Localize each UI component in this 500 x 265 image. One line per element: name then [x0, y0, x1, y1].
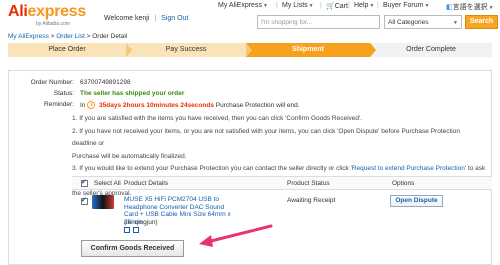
- breadcrumb-my-aliexpress[interactable]: My AliExpress: [8, 33, 49, 40]
- logo-subtitle: by Alibaba.com: [36, 21, 70, 27]
- step-shipment: Shipment: [246, 43, 370, 57]
- chevron-down-icon: ▼: [308, 3, 314, 9]
- reminder-note-1: 1. If you are satisfied with the items y…: [72, 115, 363, 122]
- order-progress-steps: Place Order Pay Success Shipment Order C…: [8, 43, 492, 57]
- seller-name: (lei qingjun): [124, 219, 158, 226]
- extend-protection-link[interactable]: Request to extend Purchase Protection: [352, 165, 465, 172]
- breadcrumb: My AliExpress > Order List > Order Detai…: [8, 33, 127, 40]
- item-icons: [124, 227, 142, 235]
- nav-cart[interactable]: 🛒Cart: [326, 2, 348, 10]
- sign-out-link[interactable]: Sign Out: [161, 15, 188, 22]
- breadcrumb-separator: >: [86, 33, 91, 40]
- nav-my-aliexpress-label: My AliExpress: [218, 2, 262, 9]
- nav-help-label: Help: [354, 2, 369, 9]
- step-pay-success: Pay Success: [126, 43, 246, 57]
- order-status-value: The seller has shipped your order: [80, 90, 185, 97]
- order-number-label: Order Number:: [30, 79, 74, 86]
- divider: |: [154, 15, 157, 22]
- welcome-text: Welcome: [104, 15, 134, 22]
- username: kenji: [135, 15, 150, 22]
- chevron-down-icon: ▼: [453, 20, 458, 26]
- clock-icon: [87, 101, 96, 109]
- logo-ali-text: Ali: [8, 3, 28, 20]
- column-options: Options: [392, 180, 415, 187]
- divider: |: [276, 2, 278, 9]
- breadcrumb-order-list[interactable]: Order List: [56, 33, 85, 40]
- breadcrumb-separator: >: [50, 33, 55, 40]
- aliexpress-logo[interactable]: Aliexpress: [8, 3, 86, 21]
- divider: |: [377, 2, 379, 9]
- breadcrumb-current: Order Detail: [92, 33, 128, 40]
- nav-my-lists[interactable]: My Lists▼: [282, 2, 314, 9]
- step-arrow-icon: [126, 43, 132, 57]
- column-product-status: Product Status: [287, 180, 330, 187]
- nav-my-lists-label: My Lists: [282, 2, 308, 9]
- chevron-down-icon: ▼: [488, 5, 494, 11]
- step-arrow-icon: [370, 43, 376, 57]
- reminder-text: In 35days 2hours 10minutes 24seconds Pur…: [80, 101, 300, 109]
- top-header: Aliexpress by Alibaba.com Welcome kenji …: [0, 0, 500, 36]
- items-table-header: Select All Product Details Product Statu…: [72, 176, 492, 190]
- reminder-suffix: Purchase Protection will end.: [215, 102, 300, 109]
- snapshot-icon[interactable]: [124, 227, 130, 233]
- reminder-prefix: In: [80, 102, 86, 109]
- nav-buyer-forum[interactable]: Buyer Forum▼: [383, 2, 429, 9]
- table-row: MUSE X5 HiFi PCM2704 USB to Headphone Co…: [72, 193, 492, 233]
- product-thumbnail[interactable]: [92, 195, 114, 209]
- chevron-down-icon: ▼: [424, 3, 430, 9]
- search-input[interactable]: I'm shopping for...: [257, 15, 380, 29]
- step-order-complete: Order Complete: [370, 43, 492, 57]
- select-all-label: Select All: [94, 180, 121, 187]
- reminder-label: Reminder:: [44, 101, 74, 108]
- nav-cart-label: Cart: [334, 3, 348, 10]
- status-label: Status:: [53, 90, 74, 97]
- step-place-order: Place Order: [8, 43, 126, 57]
- item-status: Awaiting Receipt: [287, 197, 336, 204]
- language-selector[interactable]: ◧言語を選択▼: [446, 2, 494, 12]
- nav-buyer-forum-label: Buyer Forum: [383, 2, 424, 9]
- divider: |: [320, 2, 322, 9]
- category-select[interactable]: All Categories ▼: [384, 15, 462, 29]
- nav-my-aliexpress[interactable]: My AliExpress▼: [218, 2, 268, 9]
- language-label: 言語を選択: [452, 4, 488, 11]
- nav-help[interactable]: Help▼: [354, 2, 374, 9]
- chevron-down-icon: ▼: [369, 3, 375, 9]
- reminder-note-2: 2. If you have not received your items, …: [72, 127, 460, 148]
- item-checkbox[interactable]: [81, 196, 88, 205]
- confirm-goods-received-button[interactable]: Confirm Goods Received: [81, 240, 184, 257]
- annotation-arrow-icon: [199, 224, 273, 247]
- open-dispute-button[interactable]: Open Dispute: [390, 195, 443, 207]
- message-icon[interactable]: [133, 227, 139, 233]
- reminder-note-3-text: 3. If you would like to extend your Purc…: [72, 165, 352, 172]
- welcome-area: Welcome kenji | Sign Out: [104, 15, 188, 22]
- google-translate-icon: ◧: [446, 4, 453, 11]
- top-nav: My AliExpress▼ | My Lists▼ | 🛒Cart | Hel…: [218, 2, 498, 14]
- logo-express-text: express: [27, 3, 87, 20]
- reminder-note-2-cont: Purchase will be automatically finalized…: [72, 152, 187, 160]
- protection-countdown: 35days 2hours 10minutes 24seconds: [99, 102, 214, 109]
- order-number-value: 63700749891298: [80, 79, 131, 86]
- cart-icon: 🛒: [326, 3, 335, 10]
- step-arrow-icon: [246, 43, 252, 57]
- select-all-checkbox[interactable]: [81, 178, 88, 187]
- search-button[interactable]: Search: [465, 15, 498, 29]
- divider: |: [348, 2, 350, 9]
- chevron-down-icon: ▼: [262, 3, 268, 9]
- column-product-details: Product Details: [124, 180, 169, 187]
- category-select-value: All Categories: [388, 19, 429, 26]
